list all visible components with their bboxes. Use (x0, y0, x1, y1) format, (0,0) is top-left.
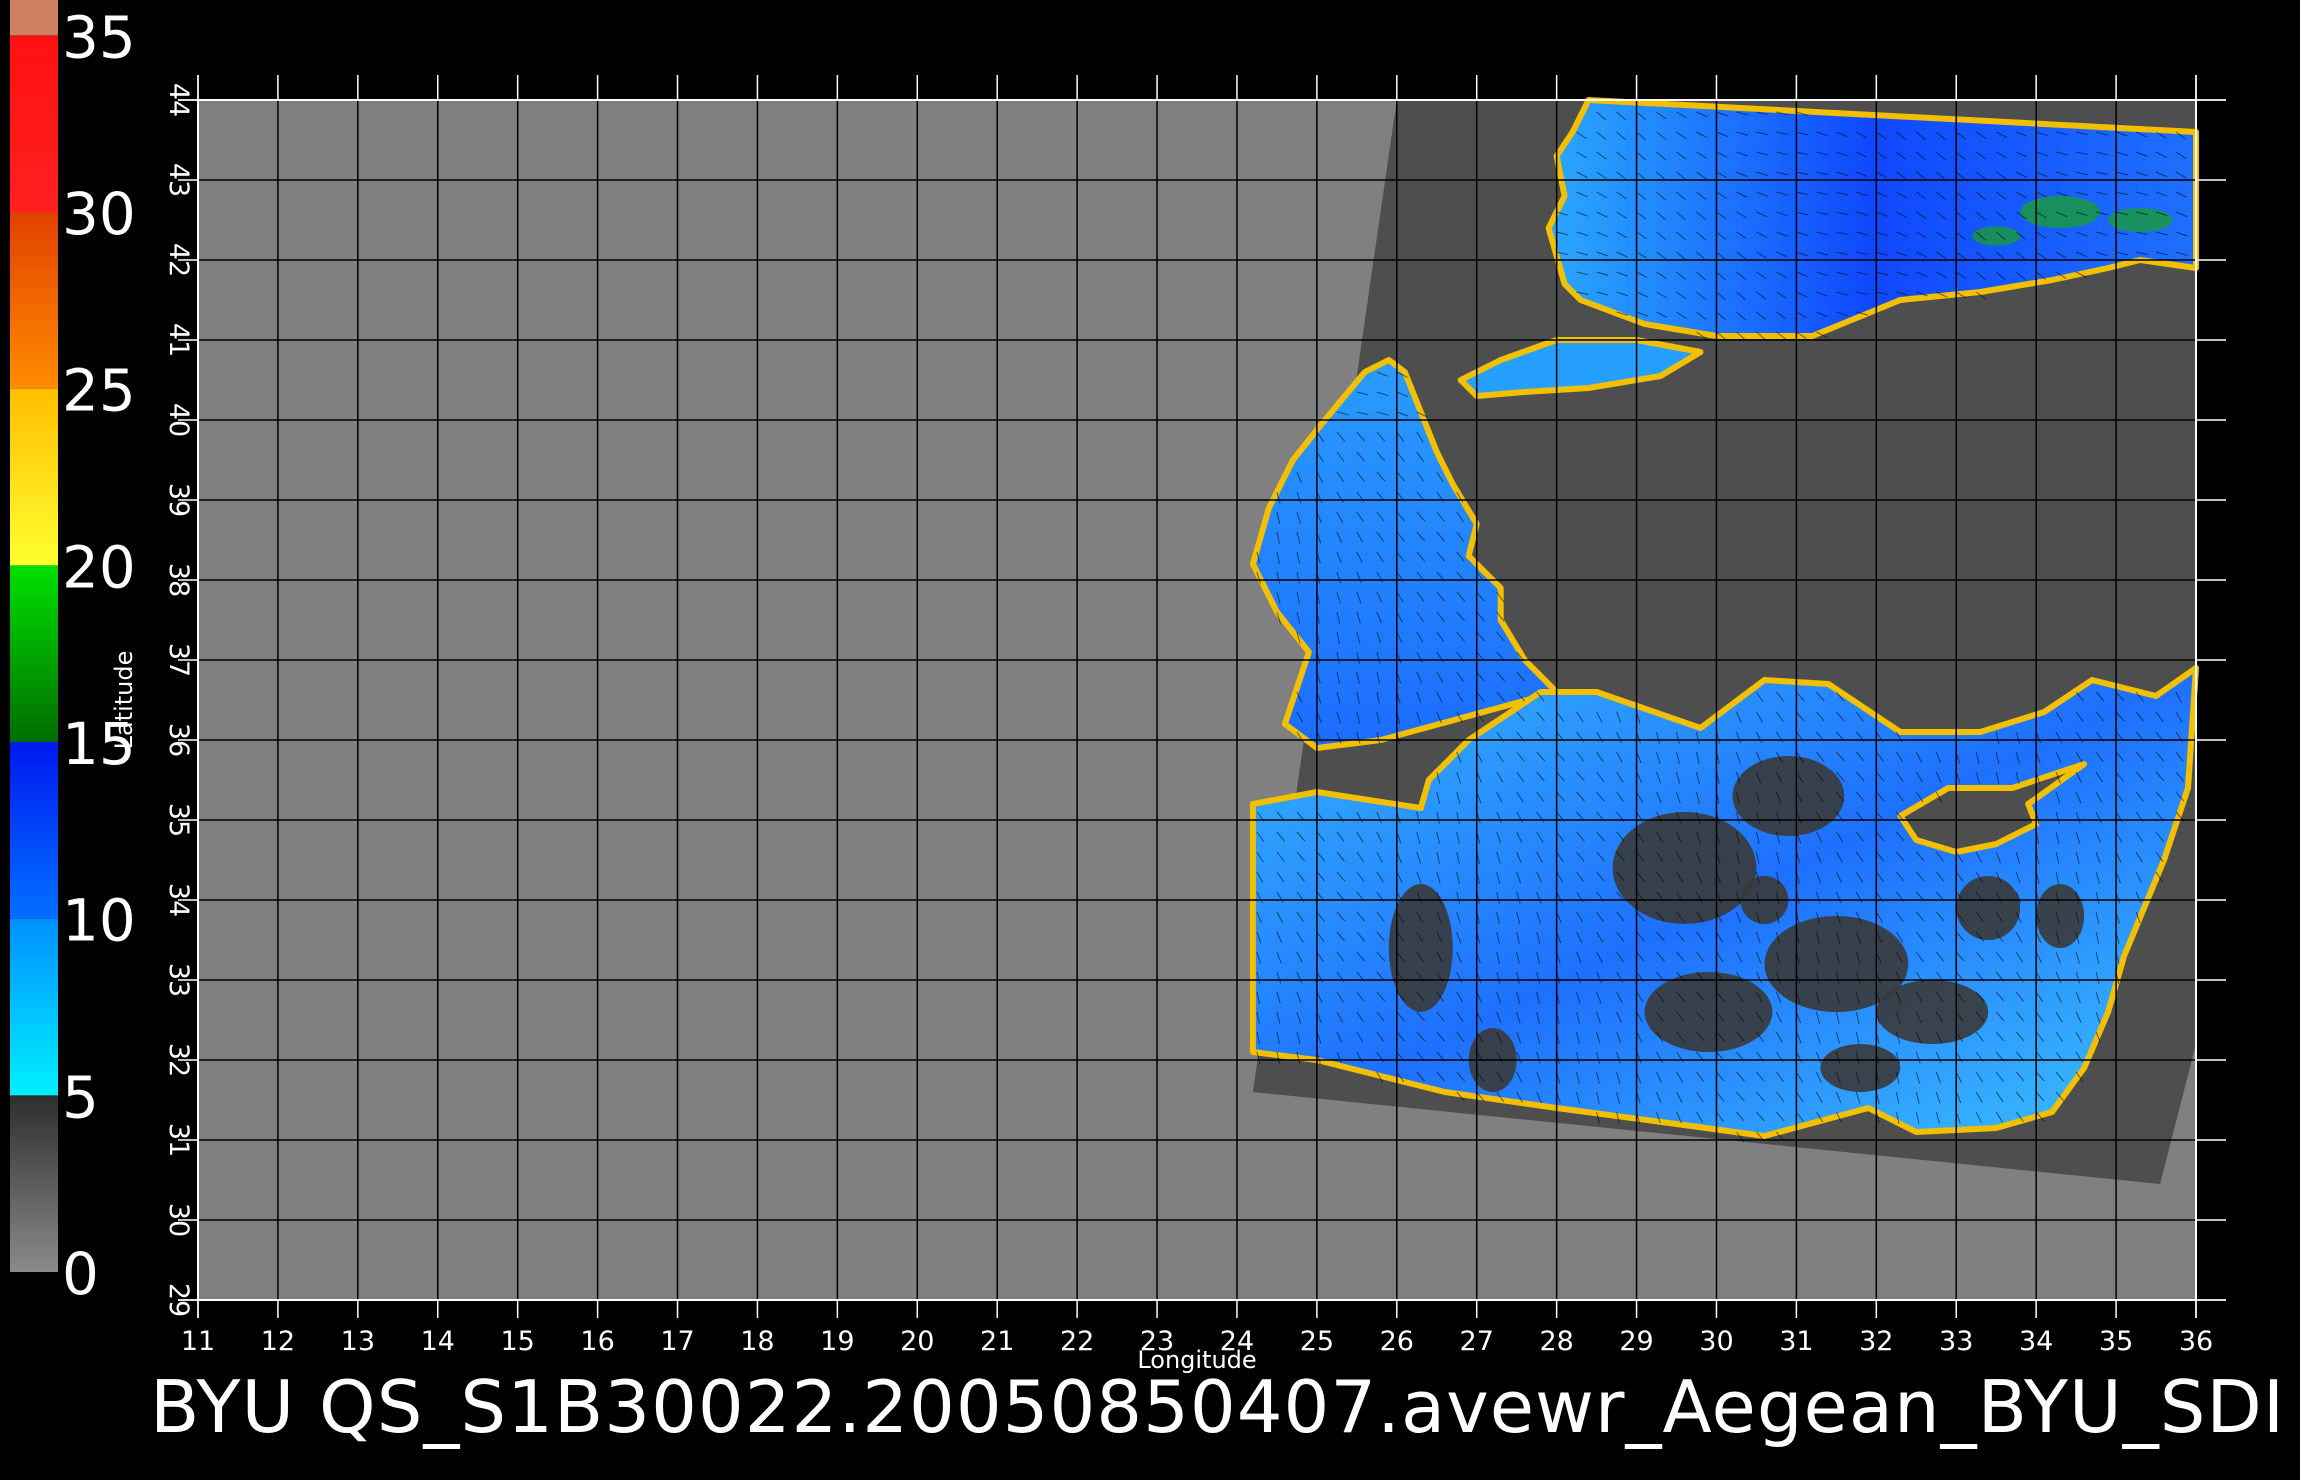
longitude-tick-label: 20 (900, 1326, 934, 1357)
colorbar-label: 35 (62, 3, 136, 71)
colorbar-segment (10, 212, 58, 389)
longitude-tick-label: 15 (501, 1326, 535, 1357)
longitude-tick-label: 35 (2099, 1326, 2133, 1357)
colorbar-label: 10 (62, 887, 136, 955)
latitude-tick-label: 30 (163, 1203, 194, 1237)
latitude-tick-label: 29 (163, 1283, 194, 1317)
high-wind-patch (2108, 208, 2173, 232)
longitude-tick-label: 30 (1699, 1326, 1733, 1357)
longitude-tick-label: 22 (1060, 1326, 1094, 1357)
low-wind-patch (1644, 972, 1773, 1052)
latitude-tick-labels: 29 30 31 32 33 34 35 36 37 38 39 40 41 42 43 44 (163, 83, 194, 1317)
colorbar-segment (10, 0, 58, 36)
low-wind-patch (1956, 876, 2021, 940)
colorbar-segment (10, 742, 58, 919)
longitude-tick-label: 26 (1380, 1326, 1414, 1357)
latitude-tick-label: 43 (163, 163, 194, 197)
colorbar-label: 25 (62, 357, 136, 425)
low-wind-patch (1612, 812, 1757, 924)
longitude-tick-label: 11 (181, 1326, 215, 1357)
longitude-tick-label: 12 (261, 1326, 295, 1357)
longitude-tick-label: 14 (421, 1326, 455, 1357)
longitude-tick-label: 34 (2019, 1326, 2053, 1357)
colorbar-label: 0 (62, 1240, 99, 1308)
latitude-tick-label: 44 (163, 83, 194, 117)
latitude-tick-label: 40 (163, 403, 194, 437)
longitude-tick-label: 25 (1300, 1326, 1334, 1357)
wind-map-figure: 05101520253035 11 12 13 14 15 16 17 18 19 20 21 22 2… (10, 0, 2226, 1374)
latitude-tick-label: 32 (163, 1043, 194, 1077)
colorbar-label: 20 (62, 533, 136, 601)
longitude-tick-label: 29 (1619, 1326, 1653, 1357)
low-wind-patch (1732, 756, 1845, 836)
low-wind-patch (1876, 980, 1989, 1044)
colorbar-segment (10, 388, 58, 566)
latitude-tick-label: 31 (163, 1123, 194, 1157)
latitude-tick-label: 34 (163, 883, 194, 917)
colorbar-label: 30 (62, 180, 136, 248)
map-area: 11 12 13 14 15 16 17 18 19 20 21 22 23 24 25 26 27 28 29 30… (110, 75, 2226, 1374)
latitude-tick-label: 37 (163, 643, 194, 677)
longitude-tick-label: 31 (1779, 1326, 1813, 1357)
high-wind-patch (2020, 196, 2101, 228)
longitude-tick-label: 21 (980, 1326, 1014, 1357)
longitude-tick-label: 18 (740, 1326, 774, 1357)
latitude-tick-label: 33 (163, 963, 194, 997)
longitude-tick-label: 19 (820, 1326, 854, 1357)
latitude-tick-label: 39 (163, 483, 194, 517)
colorbar-segment (10, 1095, 58, 1272)
image-caption: BYU QS_S1B30022.20050850407.avewr_Aegean… (150, 1365, 2286, 1449)
latitude-tick-label: 36 (163, 723, 194, 757)
colorbar-label: 5 (62, 1063, 99, 1131)
longitude-tick-label: 16 (580, 1326, 614, 1357)
latitude-tick-label: 42 (163, 243, 194, 277)
y-axis-title: Latitude (110, 651, 138, 750)
longitude-tick-label: 17 (660, 1326, 694, 1357)
high-wind-patch (1972, 226, 2021, 246)
colorbar-segment (10, 35, 58, 213)
longitude-tick-label: 13 (341, 1326, 375, 1357)
latitude-tick-label: 41 (163, 323, 194, 357)
latitude-tick-label: 35 (163, 803, 194, 837)
longitude-tick-label: 28 (1539, 1326, 1573, 1357)
longitude-tick-label: 36 (2179, 1326, 2213, 1357)
low-wind-patch (1820, 1044, 1901, 1092)
colorbar-segment (10, 918, 58, 1096)
longitude-tick-label: 32 (1859, 1326, 1893, 1357)
low-wind-patch (1388, 884, 1453, 1012)
latitude-tick-label: 38 (163, 563, 194, 597)
colorbar-segment (10, 565, 58, 742)
longitude-tick-label: 33 (1939, 1326, 1973, 1357)
longitude-tick-label: 27 (1460, 1326, 1494, 1357)
